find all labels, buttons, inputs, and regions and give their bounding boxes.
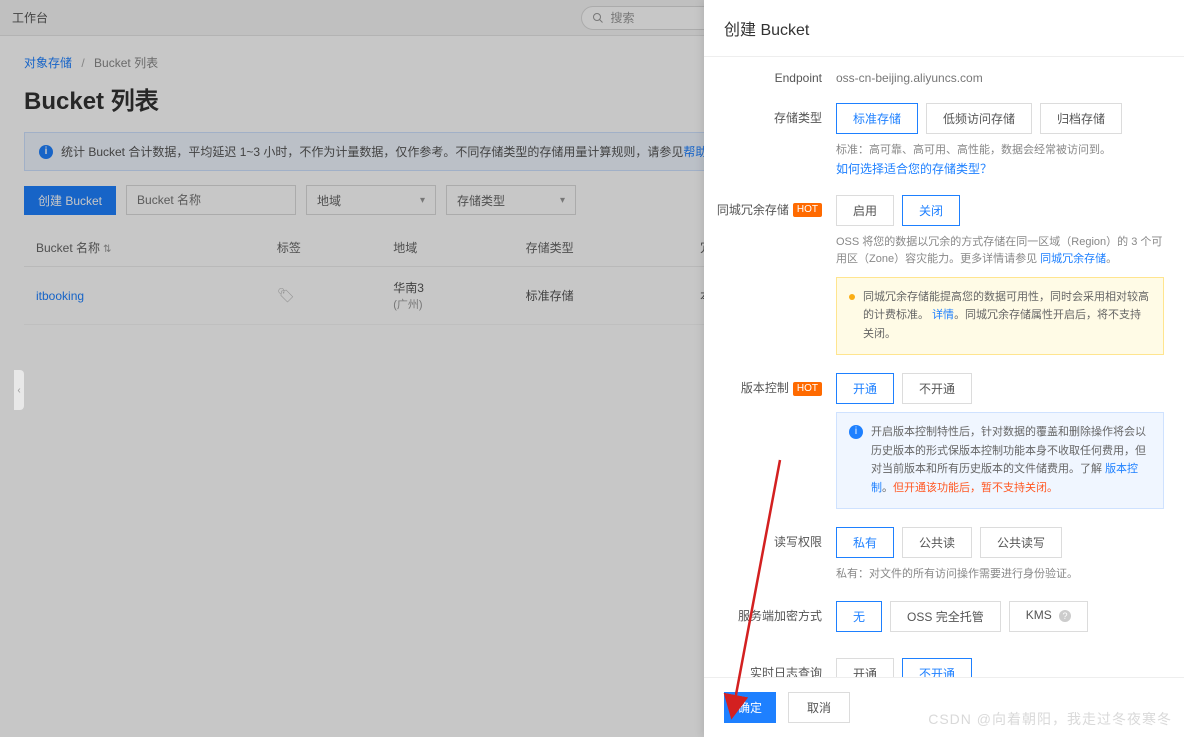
version-callout: i 开启版本控制特性后，针对数据的覆盖和删除操作将会以历史版本的形式保版本控制功… xyxy=(836,412,1164,509)
redundancy-help-link[interactable]: 同城冗余存储 xyxy=(1040,253,1106,265)
redundancy-callout: 同城冗余存储能提高您的数据可用性，同时会采用相对较高的计费标准。 详情。同城冗余… xyxy=(836,277,1164,355)
log-enable[interactable]: 开通 xyxy=(836,658,894,677)
bullet-icon xyxy=(849,294,855,300)
log-disable[interactable]: 不开通 xyxy=(902,658,972,677)
info-icon: i xyxy=(849,425,863,439)
label-acl: 读写权限 xyxy=(716,527,836,584)
encryption-kms[interactable]: KMS ? xyxy=(1009,601,1088,632)
drawer-body: Endpoint oss-cn-beijing.aliyuncs.com 存储类… xyxy=(704,57,1184,677)
hot-badge: HOT xyxy=(793,382,822,396)
label-endpoint: Endpoint xyxy=(716,65,836,85)
label-redundancy: 同城冗余存储HOT xyxy=(716,195,836,355)
help-icon[interactable]: ? xyxy=(1059,610,1071,622)
version-enable[interactable]: 开通 xyxy=(836,373,894,404)
label-version: 版本控制HOT xyxy=(716,373,836,509)
hot-badge: HOT xyxy=(793,203,822,217)
redundancy-help: OSS 将您的数据以冗余的方式存储在同一区域（Region）的 3 个可用区（Z… xyxy=(836,234,1164,269)
create-bucket-drawer: 创建 Bucket Endpoint oss-cn-beijing.aliyun… xyxy=(704,0,1184,737)
confirm-button[interactable]: 确定 xyxy=(724,692,776,723)
storage-ia[interactable]: 低频访问存储 xyxy=(926,103,1032,134)
storage-archive[interactable]: 归档存储 xyxy=(1040,103,1122,134)
storage-help-link[interactable]: 如何选择适合您的存储类型？ xyxy=(836,162,992,176)
storage-help: 标准：高可靠、高可用、高性能，数据会经常被访问到。 xyxy=(836,142,1164,160)
redundancy-detail-link[interactable]: 详情 xyxy=(932,309,954,321)
acl-public-read[interactable]: 公共读 xyxy=(902,527,972,558)
acl-public-read-write[interactable]: 公共读写 xyxy=(980,527,1062,558)
label-storage-type: 存储类型 xyxy=(716,103,836,177)
version-warn: 但开通该功能后，暂不支持关闭。 xyxy=(893,482,1058,494)
cancel-button[interactable]: 取消 xyxy=(788,692,850,723)
storage-standard[interactable]: 标准存储 xyxy=(836,103,918,134)
drawer-title: 创建 Bucket xyxy=(704,0,1184,57)
drawer-footer: 确定 取消 xyxy=(704,677,1184,737)
redundancy-disable[interactable]: 关闭 xyxy=(902,195,960,226)
version-disable[interactable]: 不开通 xyxy=(902,373,972,404)
redundancy-enable[interactable]: 启用 xyxy=(836,195,894,226)
encryption-oss[interactable]: OSS 完全托管 xyxy=(890,601,1001,632)
label-log: 实时日志查询 xyxy=(716,658,836,677)
label-encryption: 服务端加密方式 xyxy=(716,601,836,640)
acl-private[interactable]: 私有 xyxy=(836,527,894,558)
sidebar-collapse-handle[interactable]: ‹ xyxy=(14,370,24,410)
acl-help: 私有：对文件的所有访问操作需要进行身份验证。 xyxy=(836,566,1164,584)
encryption-none[interactable]: 无 xyxy=(836,601,882,632)
endpoint-value: oss-cn-beijing.aliyuncs.com xyxy=(836,65,1164,85)
